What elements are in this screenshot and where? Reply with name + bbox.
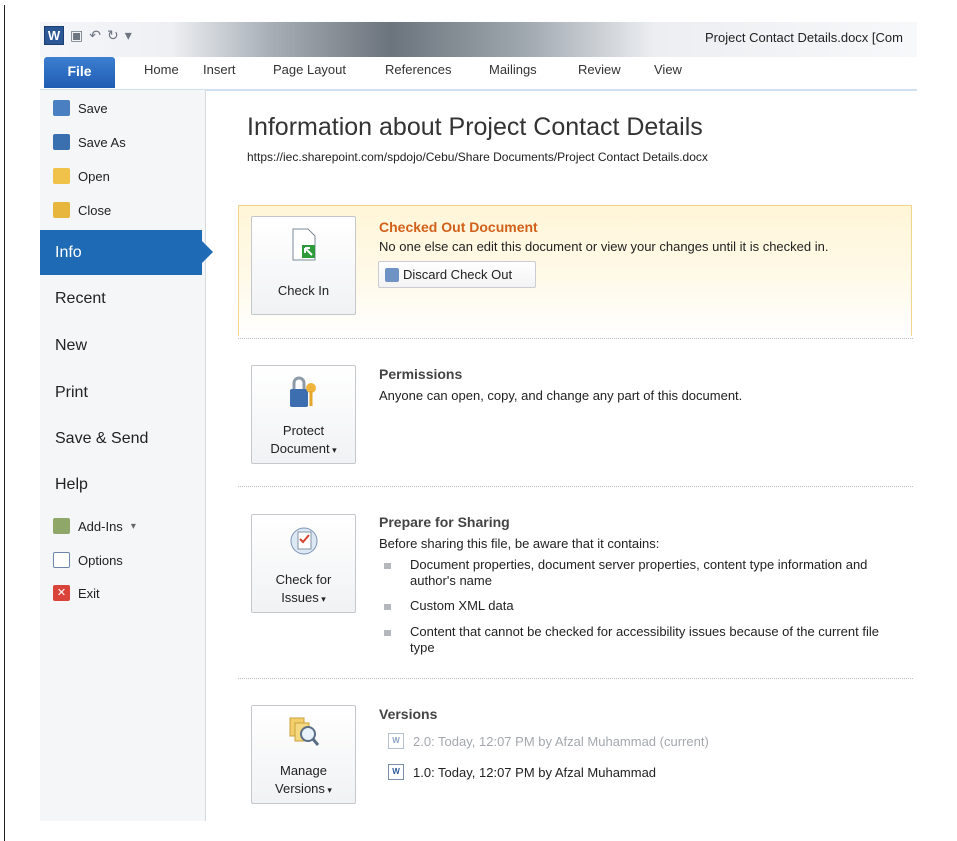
quick-access-toolbar: W ▣ ↶ ↻ ▾ <box>44 26 132 45</box>
exit-command[interactable]: ✕ Exit <box>53 585 100 601</box>
customize-qat-icon[interactable]: ▾ <box>125 27 132 44</box>
open-label: Open <box>78 168 110 184</box>
close-folder-icon <box>53 202 70 218</box>
check-in-label: Check In <box>277 283 330 298</box>
chevron-down-icon: ▾ <box>130 520 136 532</box>
save-command[interactable]: Save <box>53 100 108 116</box>
open-folder-icon <box>53 168 70 184</box>
word-document-icon: W <box>388 764 404 780</box>
bullet-marker <box>384 563 391 569</box>
backstage-nav <box>40 90 206 821</box>
version-item[interactable]: W 1.0: Today, 12:07 PM by Afzal Muhammad <box>388 764 656 780</box>
check-for-issues-button[interactable]: Check for Issues ▾ <box>251 514 356 613</box>
close-label: Close <box>78 202 112 218</box>
section-divider <box>238 486 913 487</box>
checkout-text: No one else can edit this document or vi… <box>379 239 829 254</box>
sharing-heading: Prepare for Sharing <box>379 514 510 530</box>
open-command[interactable]: Open <box>53 168 110 184</box>
check-in-button[interactable]: Check In <box>251 216 356 315</box>
protect-document-button[interactable]: Protect Document ▾ <box>251 365 356 464</box>
add-ins-command[interactable]: Add-Ins ▾ <box>53 518 136 534</box>
version-item-current[interactable]: W 2.0: Today, 12:07 PM by Afzal Muhammad… <box>388 733 709 749</box>
save-as-label: Save As <box>78 134 126 150</box>
tab-insert[interactable]: Insert <box>203 62 236 77</box>
add-ins-icon <box>53 518 70 534</box>
redo-icon[interactable]: ↻ <box>107 27 119 44</box>
exit-icon: ✕ <box>53 585 70 601</box>
check-issues-label-2: Issues ▾ <box>281 590 326 605</box>
nav-info-selected[interactable]: Info <box>40 230 213 275</box>
nav-info-label: Info <box>55 244 82 261</box>
versions-heading: Versions <box>379 706 438 722</box>
add-ins-label: Add-Ins <box>78 518 123 534</box>
check-issues-label-1: Check for <box>275 572 332 587</box>
sharing-text: Before sharing this file, be aware that … <box>379 536 660 551</box>
tab-mailings[interactable]: Mailings <box>489 62 537 77</box>
tab-file[interactable]: File <box>44 57 115 88</box>
close-command[interactable]: Close <box>53 202 111 218</box>
window-title: Project Contact Details.docx [Com <box>705 30 903 45</box>
save-icon[interactable]: ▣ <box>70 27 83 44</box>
bullet-marker <box>384 630 391 636</box>
manage-versions-icon <box>289 717 320 746</box>
save-as-icon <box>53 134 70 150</box>
protect-label-1: Protect <box>282 423 325 438</box>
word-logo-icon[interactable]: W <box>44 26 64 45</box>
save-icon <box>53 100 70 116</box>
check-in-icon <box>292 228 316 261</box>
section-divider <box>238 338 913 339</box>
manage-versions-button[interactable]: Manage Versions ▾ <box>251 705 356 804</box>
undo-icon[interactable]: ↶ <box>89 27 101 44</box>
sharing-bullet-3: Content that cannot be checked for acces… <box>410 624 879 655</box>
options-label: Options <box>78 552 123 568</box>
section-divider <box>238 678 913 679</box>
discard-icon <box>385 267 399 282</box>
bullet-marker <box>384 604 391 610</box>
save-label: Save <box>78 100 108 116</box>
tab-review[interactable]: Review <box>578 62 621 77</box>
lock-key-icon <box>290 376 316 407</box>
nav-new[interactable]: New <box>55 337 87 355</box>
options-icon <box>53 552 70 568</box>
sharing-bullet-1: Document properties, document server pro… <box>410 557 868 588</box>
inspect-document-icon <box>290 527 318 555</box>
version-label: 1.0: Today, 12:07 PM by Afzal Muhammad <box>413 764 657 780</box>
word-document-icon: W <box>388 733 404 749</box>
manage-versions-label-1: Manage <box>280 763 327 778</box>
page-title: Information about Project Contact Detail… <box>247 113 703 141</box>
permissions-heading: Permissions <box>379 366 463 382</box>
nav-save-send[interactable]: Save & Send <box>55 430 148 448</box>
sharing-bullet-2: Custom XML data <box>410 598 514 613</box>
checkout-heading: Checked Out Document <box>379 219 538 235</box>
document-url: https://iec.sharepoint.com/spdojo/Cebu/S… <box>247 150 708 164</box>
manage-versions-label-2: Versions ▾ <box>275 781 332 796</box>
tab-view[interactable]: View <box>654 62 682 77</box>
nav-print[interactable]: Print <box>55 384 88 402</box>
nav-help[interactable]: Help <box>55 476 88 494</box>
tab-page-layout[interactable]: Page Layout <box>273 62 346 77</box>
version-label: 2.0: Today, 12:07 PM by Afzal Muhammad (… <box>413 733 709 749</box>
discard-label: Discard Check Out <box>403 267 513 282</box>
permissions-text: Anyone can open, copy, and change any pa… <box>379 388 743 403</box>
exit-label: Exit <box>78 585 100 601</box>
save-as-command[interactable]: Save As <box>53 134 126 150</box>
protect-label-2: Document ▾ <box>270 441 337 456</box>
tab-references[interactable]: References <box>385 62 451 77</box>
options-command[interactable]: Options <box>53 552 123 568</box>
nav-recent[interactable]: Recent <box>55 290 106 308</box>
discard-check-out-button[interactable]: Discard Check Out <box>378 261 536 288</box>
tab-home[interactable]: Home <box>144 62 179 77</box>
